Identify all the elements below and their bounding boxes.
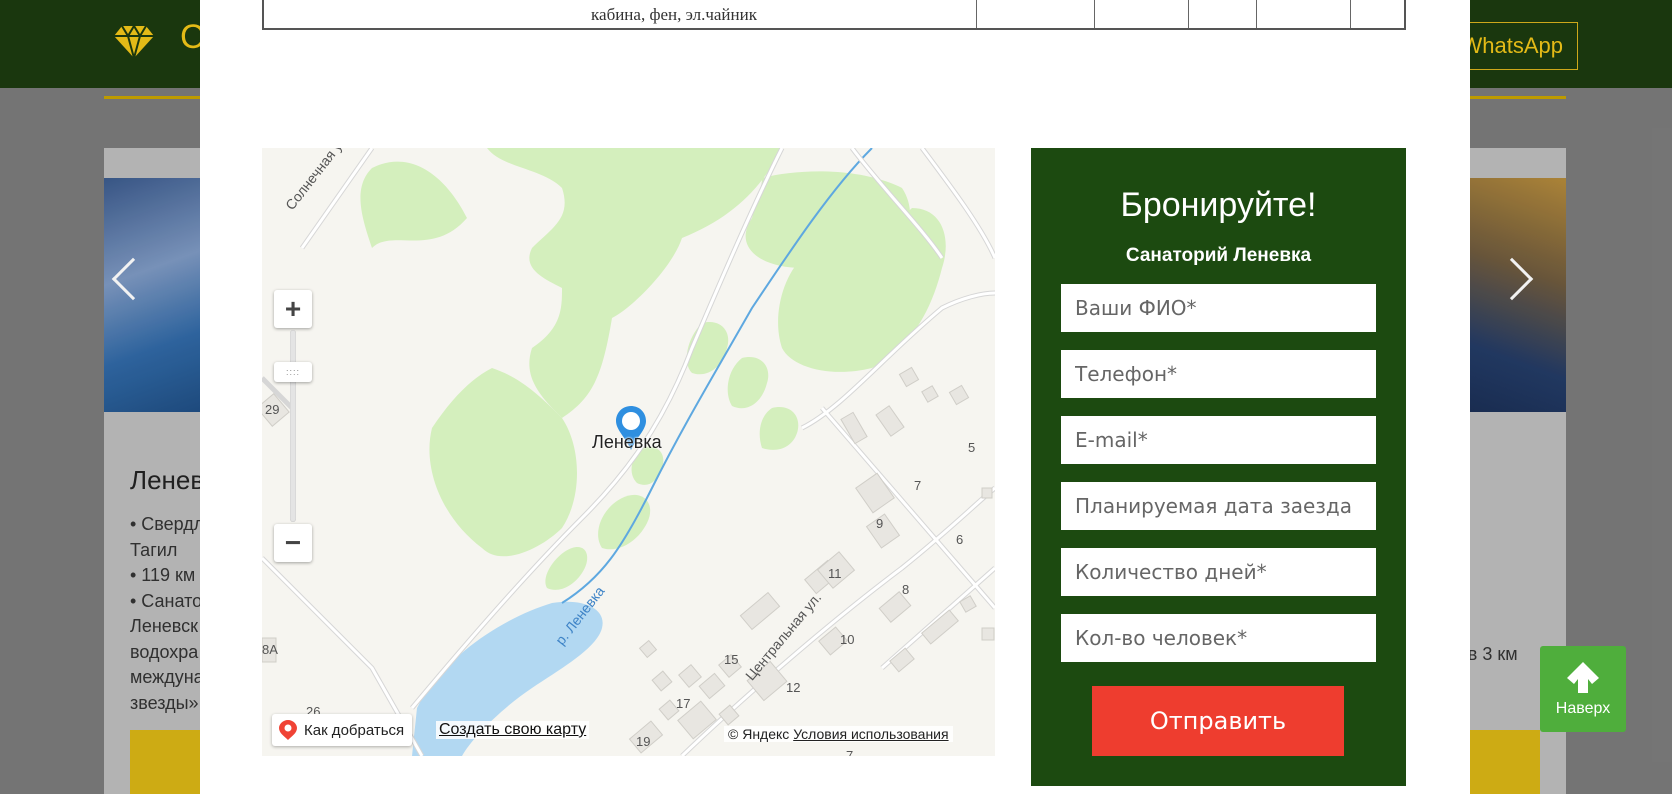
- terms-link[interactable]: Условия использования: [793, 726, 948, 742]
- form-title: Бронируйте!: [1120, 186, 1317, 224]
- house-number: 11: [828, 566, 842, 581]
- map-pin-icon: [279, 720, 297, 740]
- booking-modal: кабина, фен, эл.чайник Солнечная ул. Цен…: [200, 0, 1470, 794]
- arrow-up-icon: [1567, 662, 1599, 693]
- table-divider: [1256, 0, 1257, 28]
- route-button-label: Как добраться: [304, 721, 405, 739]
- scroll-top-button[interactable]: Наверх: [1540, 646, 1626, 732]
- house-number: 8: [902, 582, 910, 597]
- submit-button[interactable]: Отправить: [1092, 686, 1344, 756]
- table-divider: [1350, 0, 1351, 28]
- table-divider: [976, 0, 977, 28]
- booking-form: Бронируйте! Санаторий Леневка Отправить: [1031, 148, 1406, 786]
- price-table-fragment: кабина, фен, эл.чайник: [262, 0, 1406, 30]
- arrival-date-field[interactable]: [1061, 482, 1376, 530]
- house-number: 19: [636, 734, 651, 749]
- house-number: 29: [265, 402, 280, 417]
- yandex-map[interactable]: Солнечная ул. Центральная ул. р. Леневка…: [262, 148, 995, 756]
- house-number: 10: [840, 632, 855, 647]
- full-name-field[interactable]: [1061, 284, 1376, 332]
- house-number: 8А: [262, 642, 278, 657]
- house-number: 12: [786, 680, 801, 695]
- house-number: 7: [914, 478, 922, 493]
- days-count-field[interactable]: [1061, 548, 1376, 596]
- house-number: 5: [968, 440, 976, 455]
- table-divider: [1094, 0, 1095, 28]
- zoom-slider-handle[interactable]: ::::: [274, 362, 312, 382]
- copyright-text: © Яндекс: [728, 726, 790, 742]
- zoom-slider[interactable]: [290, 330, 296, 522]
- house-number: 17: [676, 696, 691, 711]
- email-field[interactable]: [1061, 416, 1376, 464]
- place-label: Леневка: [592, 432, 662, 452]
- zoom-in-button[interactable]: +: [274, 290, 312, 328]
- house-number: 7: [846, 748, 854, 756]
- create-map-link[interactable]: Создать свою карту: [436, 721, 590, 739]
- house-number: 9: [876, 516, 884, 531]
- phone-field[interactable]: [1061, 350, 1376, 398]
- table-divider: [1188, 0, 1189, 28]
- map-copyright: © Яндекс Условия использования: [724, 726, 953, 742]
- guests-count-field[interactable]: [1061, 614, 1376, 662]
- scroll-top-label: Наверх: [1555, 700, 1611, 717]
- zoom-out-button[interactable]: −: [274, 524, 312, 562]
- route-button[interactable]: Как добраться: [272, 714, 413, 746]
- form-subtitle: Санаторий Леневка: [1125, 245, 1312, 266]
- house-number: 15: [724, 652, 739, 667]
- house-number: 6: [956, 532, 964, 547]
- table-cell-text: кабина, фен, эл.чайник: [591, 5, 757, 24]
- forest-areas: [360, 148, 946, 590]
